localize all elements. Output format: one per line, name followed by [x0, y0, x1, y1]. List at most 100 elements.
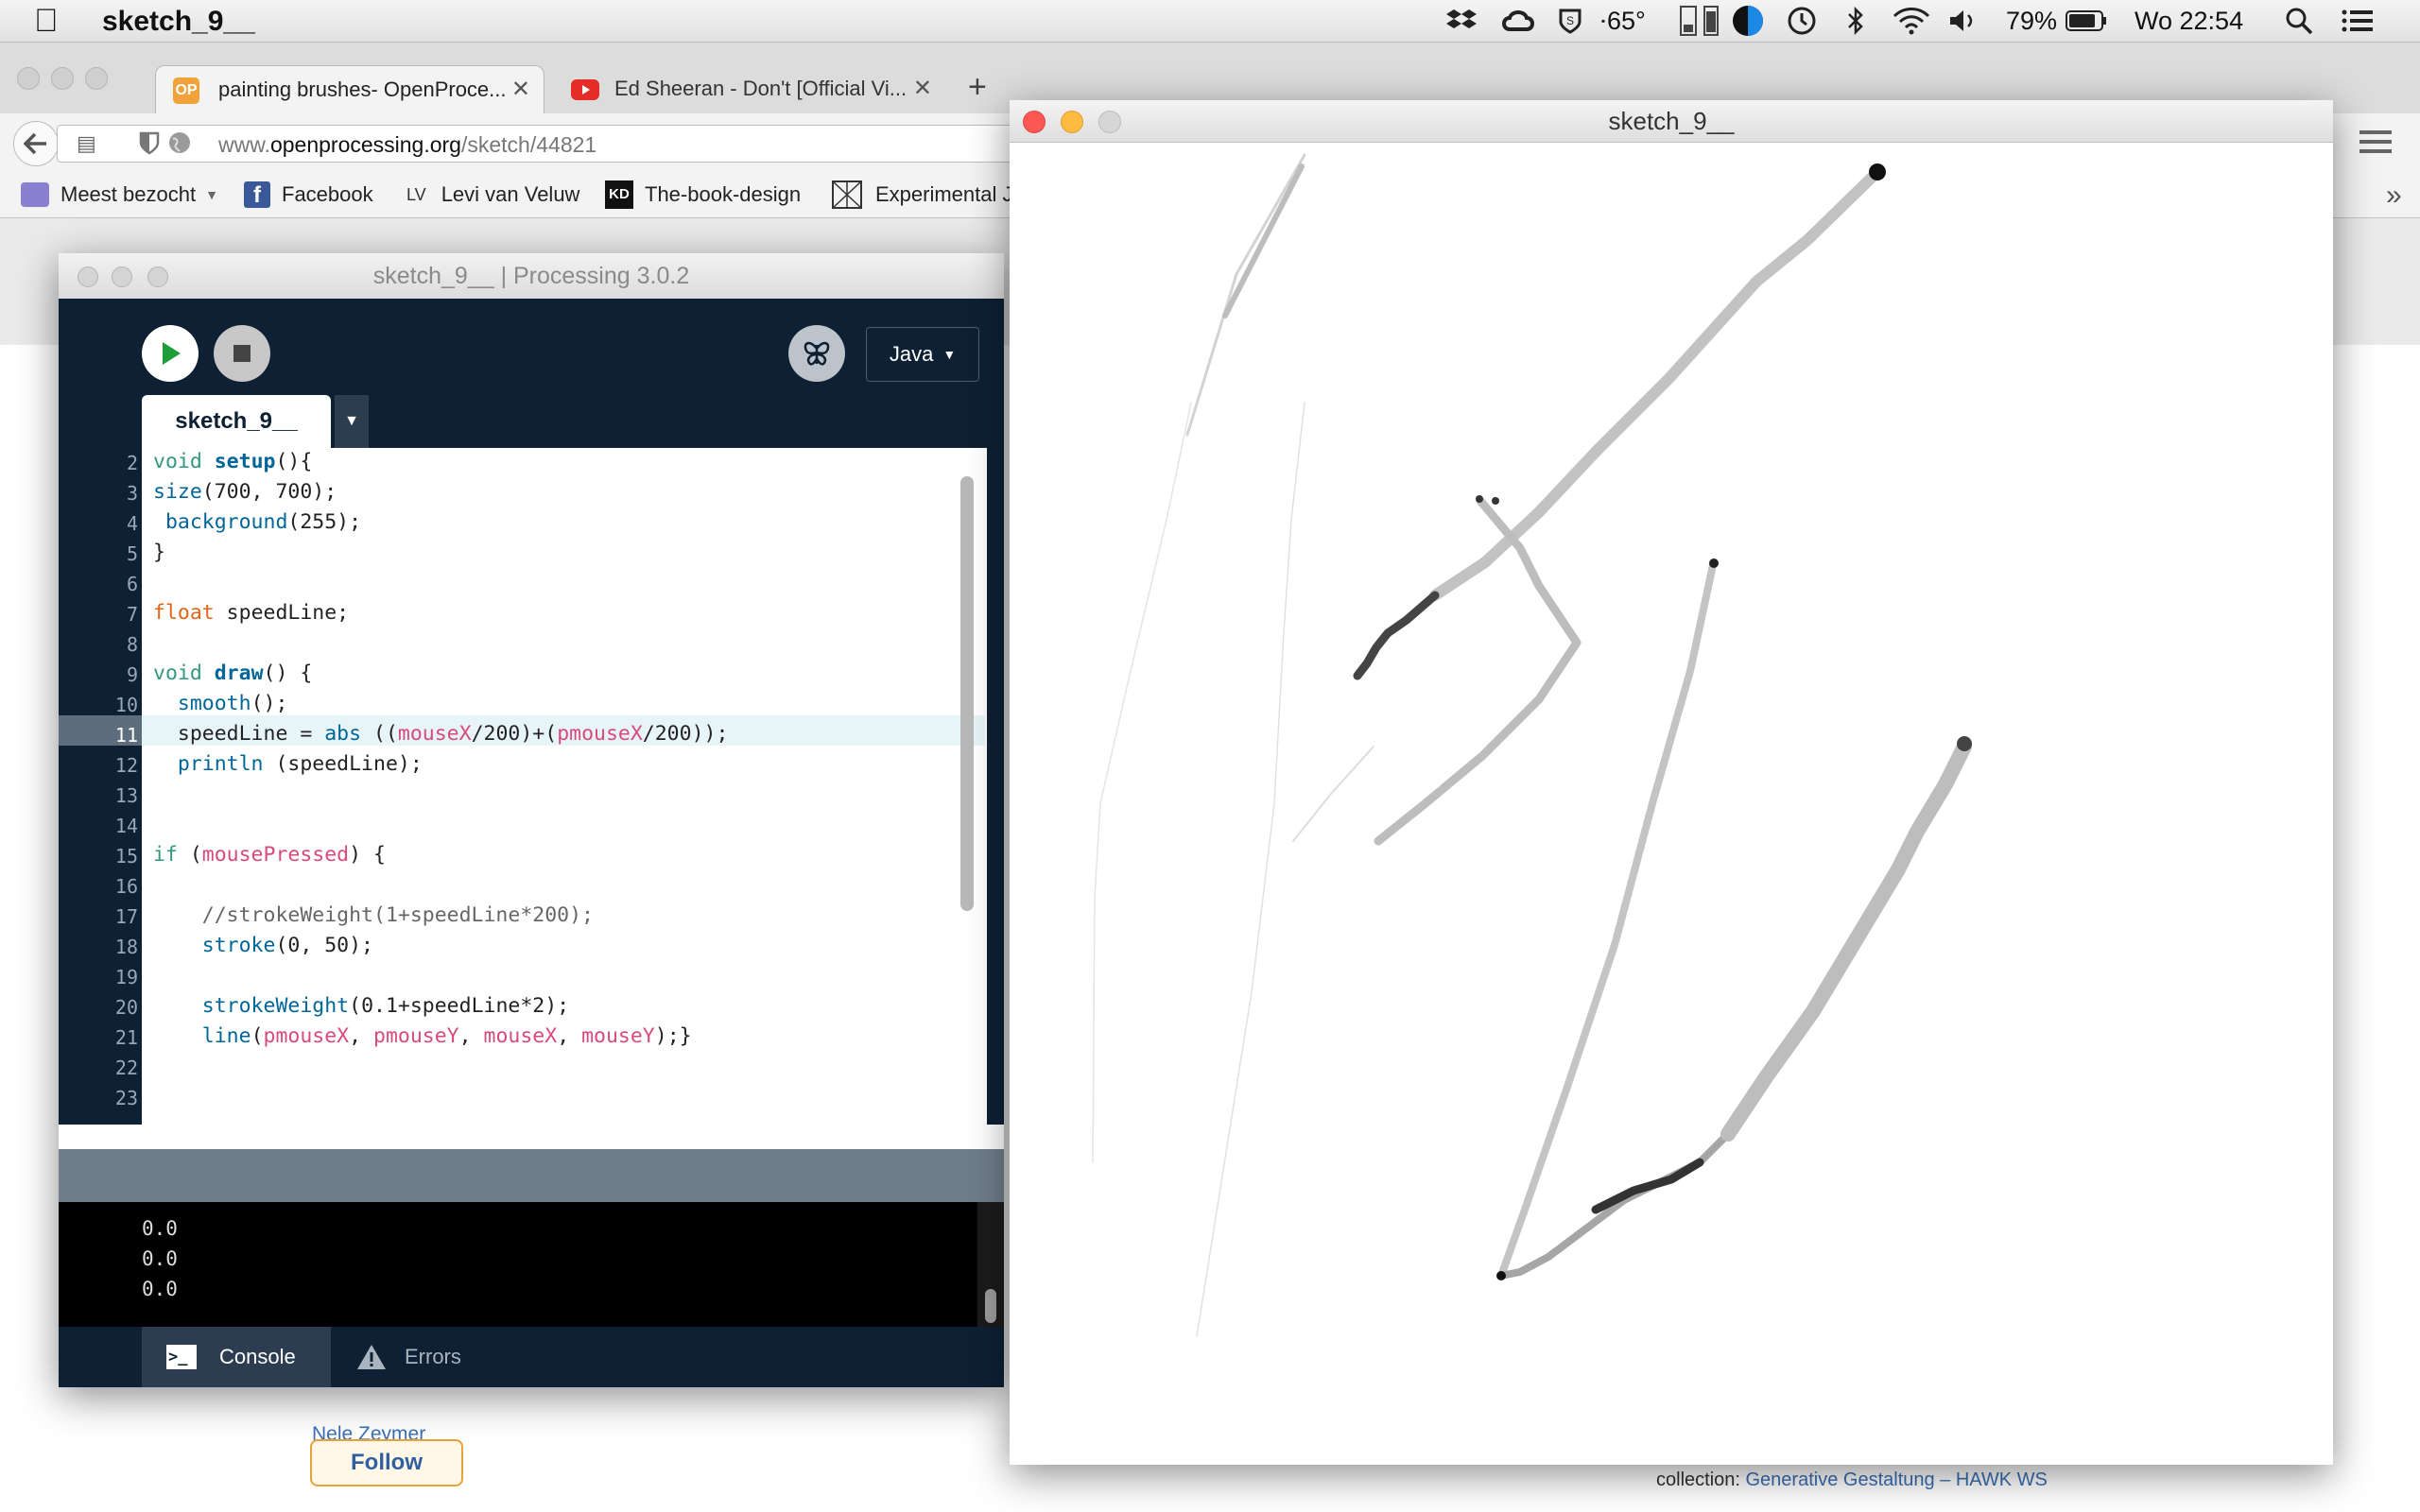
sketch-tab[interactable]: sketch_9__	[142, 395, 331, 448]
creative-cloud-icon[interactable]	[1499, 6, 1535, 36]
debugger-button[interactable]	[788, 325, 845, 382]
sketch-canvas[interactable]	[1010, 142, 2333, 1465]
run-button[interactable]	[142, 325, 199, 382]
console-line: 0.0	[142, 1278, 178, 1300]
temperature-readout[interactable]: 65°	[1607, 6, 1646, 36]
editor-title: sketch_9__ | Processing 3.0.2	[372, 263, 690, 289]
globe-icon[interactable]	[167, 130, 192, 160]
shield-icon[interactable]: S	[1556, 6, 1584, 36]
sketch-title-bar: sketch_9__	[1010, 100, 2333, 143]
tab-menu-chevron-icon[interactable]: ▼	[335, 395, 369, 448]
back-arrow-icon	[24, 132, 46, 155]
code-line: strokeWeight(0.1+speedLine*2);	[201, 994, 570, 1018]
wifi-icon[interactable]	[1891, 6, 1932, 36]
code-line: }	[153, 541, 165, 564]
collection-line: collection: Generative Gestaltung – HAWK…	[1656, 1469, 2048, 1491]
youtube-icon	[571, 79, 599, 100]
url-prefix: www.	[218, 132, 270, 157]
console-output[interactable]: 0.0 0.0 0.0	[59, 1202, 977, 1327]
bookmark-levi-van-veluw[interactable]: LV Levi van Veluw	[406, 180, 579, 210]
console-line: 0.0	[142, 1247, 178, 1270]
browser-tab-youtube[interactable]: Ed Sheeran - Don't [Official Vi... ✕	[558, 65, 945, 112]
close-tab-icon[interactable]: ✕	[913, 75, 932, 102]
lv-icon: LV	[406, 184, 426, 204]
console-tab[interactable]: >_ Console	[142, 1327, 331, 1387]
close-tab-icon[interactable]: ✕	[511, 76, 530, 103]
battery-percent[interactable]: 79%	[2006, 6, 2057, 36]
follow-button[interactable]: Follow	[310, 1439, 463, 1486]
bookmark-the-book-design[interactable]: KD The-book-design	[605, 180, 801, 210]
editor-bottom-padding	[59, 1125, 1004, 1149]
code-line: void setup(){	[153, 450, 313, 473]
brush-stroke	[1591, 1158, 1704, 1214]
sketch-window: sketch_9__	[1010, 100, 2333, 1465]
menu-bar:  sketch_9__ S ▪ 65° 79% Wo 22:54	[0, 0, 2420, 43]
brush-dot	[1476, 495, 1483, 503]
errors-tab-label: Errors	[405, 1345, 461, 1368]
apple-icon[interactable]: 	[34, 4, 59, 38]
brush-stroke	[1374, 496, 1582, 846]
brush-dot	[1496, 1271, 1506, 1280]
time-machine-icon[interactable]	[1785, 6, 1819, 36]
mode-label: Java	[889, 342, 934, 366]
kd-icon: KD	[605, 180, 633, 209]
notification-center-icon[interactable]	[2339, 6, 2377, 36]
errors-tab[interactable]: Errors	[355, 1327, 507, 1387]
code-line: speedLine = abs ((mouseX/200)+(pmouseX/2…	[153, 722, 729, 746]
code-line: void draw() {	[153, 662, 313, 685]
close-window-button[interactable]	[17, 67, 40, 90]
butterfly-icon	[804, 341, 830, 366]
collection-link[interactable]: Generative Gestaltung – HAWK WS	[1746, 1469, 2048, 1490]
dropbox-icon[interactable]	[1444, 6, 1478, 36]
console-scrollbar-track	[977, 1202, 1004, 1327]
brush-dot	[1709, 558, 1719, 568]
url-path: /sketch/44821	[460, 132, 597, 157]
tab-title: Ed Sheeran - Don't [Official Vi...	[614, 77, 908, 100]
code-line: if (mousePressed) {	[153, 843, 386, 867]
tab-groups-icon[interactable]: ▤	[77, 131, 96, 156]
app-name[interactable]: sketch_9__	[102, 5, 255, 39]
hamburger-menu-icon[interactable]	[2358, 127, 2395, 162]
svg-text:S: S	[1566, 14, 1574, 27]
volume-icon[interactable]	[1947, 6, 1979, 36]
code-line: float speedLine;	[153, 601, 350, 625]
processing-editor-window: sketch_9__ | Processing 3.0.2 Java ▼ ske…	[59, 253, 1004, 1387]
mode-selector[interactable]: Java ▼	[866, 327, 979, 382]
zoom-window-button[interactable]	[85, 67, 108, 90]
menu-clock[interactable]: Wo 22:54	[2135, 6, 2243, 36]
url-text[interactable]: www.openprocessing.org/sketch/44821	[218, 132, 596, 158]
url-bar[interactable]: ▤ www.openprocessing.org/sketch/44821	[57, 125, 1013, 163]
minimize-window-button[interactable]	[51, 67, 74, 90]
code-line: println (speedLine);	[177, 752, 423, 776]
collection-prefix: collection:	[1656, 1469, 1740, 1490]
bookmark-label: Levi van Veluw	[441, 182, 580, 206]
chevron-down-icon: ▼	[942, 347, 957, 362]
tab-title: painting brushes- OpenProce...	[218, 77, 507, 101]
bookmark-experimental[interactable]: Experimental Je	[832, 180, 1025, 210]
brush-stroke	[1720, 739, 1972, 1142]
brush-dot	[1492, 497, 1499, 505]
code-lines: void setup(){ size(700, 700); background…	[59, 448, 966, 1125]
brush-stroke	[1196, 402, 1305, 1337]
bookmarks-overflow-icon[interactable]: »	[2386, 180, 2402, 212]
spotlight-search-icon[interactable]	[2282, 6, 2316, 36]
editor-title-bar: sketch_9__ | Processing 3.0.2	[59, 253, 1004, 300]
new-tab-icon[interactable]: +	[968, 69, 987, 106]
bluetooth-icon[interactable]	[1843, 6, 1868, 36]
console-scrollbar[interactable]	[985, 1289, 996, 1323]
back-button[interactable]	[13, 121, 59, 166]
stop-button[interactable]	[214, 325, 270, 382]
grid-icon	[832, 180, 862, 209]
browser-tab-openprocessing[interactable]: OP painting brushes- OpenProce... ✕	[155, 65, 544, 113]
brush-stroke	[1092, 402, 1192, 1163]
brush-dot	[1869, 163, 1886, 180]
bookmark-meest-bezocht[interactable]: Meest bezocht ▼	[21, 180, 218, 210]
memory-icon	[1702, 6, 1720, 36]
battery-icon[interactable]	[2065, 6, 2108, 36]
brush-stroke	[1292, 746, 1374, 842]
console-tab-bar: >_ Console Errors	[59, 1327, 1004, 1387]
bookmark-facebook[interactable]: f Facebook	[244, 180, 373, 210]
terminal-icon: >_	[166, 1345, 197, 1369]
disk-usage-icon[interactable]	[1730, 6, 1766, 36]
bookmark-label: The-book-design	[645, 182, 802, 206]
